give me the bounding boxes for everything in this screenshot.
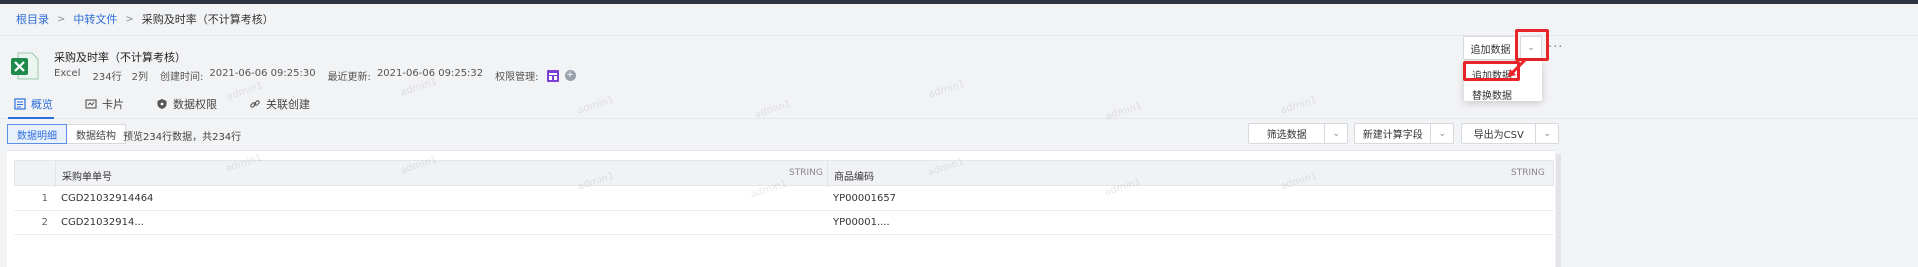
- table-cell: CGD21032914...: [61, 217, 144, 228]
- chevron-down-icon[interactable]: ⌄: [1431, 124, 1453, 143]
- tab-data-permission-label: 数据权限: [173, 98, 217, 111]
- tabs-divider: [0, 118, 1918, 119]
- more-options-icon[interactable]: ···: [1548, 40, 1563, 55]
- table-cell: CGD21032914464: [61, 193, 154, 204]
- updated-value: 2021-06-06 09:25:32: [376, 68, 484, 79]
- column-header[interactable]: 采购单单号: [62, 168, 112, 183]
- append-dropdown-menu: 追加数据 替换数据: [1464, 61, 1542, 102]
- vertical-scrollbar[interactable]: [1556, 154, 1561, 267]
- filter-data-main[interactable]: 筛选数据: [1249, 124, 1326, 143]
- header-divider: [0, 35, 1918, 36]
- table-row[interactable]: 2 CGD21032914... YP00001....: [14, 211, 1554, 235]
- export-csv-button: 导出为CSV ⌄: [1461, 123, 1559, 144]
- menu-item-replace[interactable]: 替换数据: [1472, 87, 1512, 102]
- top-bar: [0, 0, 1918, 4]
- column-header[interactable]: 商品编码: [834, 168, 874, 183]
- file-type: Excel: [54, 68, 81, 79]
- filter-data-button: 筛选数据 ⌄: [1248, 123, 1348, 144]
- append-data-label: 追加数据: [1470, 44, 1511, 56]
- active-tab-indicator: [8, 117, 54, 119]
- row-number: 2: [41, 217, 48, 228]
- preview-count-text: 预览234行数据，共234行: [123, 132, 242, 143]
- breadcrumb: 根目录 > 中转文件 > 采购及时率（不计算考核）: [16, 12, 274, 26]
- view-structure-button[interactable]: 数据结构: [67, 124, 126, 144]
- tab-card[interactable]: 卡片: [85, 96, 124, 112]
- file-rows: 234行: [92, 72, 122, 83]
- file-meta: Excel 234行 2列 创建时间: 2021-06-06 09:25:30 …: [54, 68, 576, 83]
- permission-label: 权限管理:: [495, 72, 539, 83]
- shield-icon: [156, 98, 168, 110]
- watermark: admin1: [576, 94, 616, 117]
- tab-card-label: 卡片: [102, 98, 124, 111]
- tab-overview-label: 概览: [31, 98, 53, 111]
- breadcrumb-folder[interactable]: 中转文件: [73, 11, 117, 27]
- column-type: STRING: [789, 168, 823, 178]
- breadcrumb-root[interactable]: 根目录: [16, 11, 49, 27]
- watermark: admin1: [1279, 94, 1319, 117]
- tab-bar: 概览 卡片 数据权限 关联创建: [14, 96, 342, 112]
- link-icon: [249, 98, 261, 110]
- breadcrumb-separator: >: [57, 13, 66, 25]
- table-row[interactable]: 1 CGD21032914464 YP00001657: [14, 187, 1554, 211]
- file-cols: 2列: [131, 72, 148, 83]
- export-csv-main[interactable]: 导出为CSV: [1462, 124, 1537, 143]
- table-cell: YP00001657: [833, 193, 897, 204]
- chevron-down-icon: ⌄: [1527, 43, 1535, 53]
- updated-label: 最近更新:: [327, 72, 371, 83]
- tab-link-create-label: 关联创建: [266, 98, 310, 111]
- chevron-down-icon[interactable]: ⌄: [1325, 124, 1347, 143]
- excel-file-icon: [10, 51, 40, 81]
- watermark: admin1: [927, 78, 967, 101]
- column-divider: [55, 161, 56, 187]
- append-data-button[interactable]: 追加数据: [1463, 36, 1518, 60]
- table-cell: YP00001....: [833, 217, 890, 228]
- tab-data-permission[interactable]: 数据权限: [156, 96, 217, 112]
- overview-icon: [14, 98, 26, 110]
- view-detail-button[interactable]: 数据明细: [7, 124, 67, 144]
- calc-field-main[interactable]: 新建计算字段: [1355, 124, 1432, 143]
- card-icon: [85, 98, 97, 110]
- view-toggle: 数据明细 数据结构: [7, 124, 126, 144]
- column-divider: [827, 161, 828, 187]
- tab-link-create[interactable]: 关联创建: [249, 96, 310, 112]
- breadcrumb-current: 采购及时率（不计算考核）: [141, 13, 274, 26]
- file-title: 采购及时率（不计算考核）: [54, 51, 186, 64]
- created-label: 创建时间:: [159, 72, 204, 83]
- chevron-down-icon[interactable]: ⌄: [1536, 124, 1558, 143]
- append-dropdown-toggle[interactable]: ⌄: [1520, 36, 1542, 60]
- menu-item-append[interactable]: 追加数据: [1472, 67, 1512, 82]
- row-number: 1: [41, 193, 48, 204]
- created-value: 2021-06-06 09:25:30: [209, 68, 316, 79]
- data-table: 采购单单号 STRING 商品编码 STRING 1 CGD2103291446…: [7, 150, 1555, 267]
- table-header: 采购单单号 STRING 商品编码 STRING: [14, 160, 1554, 187]
- breadcrumb-separator: >: [125, 13, 134, 25]
- add-permission-icon[interactable]: +: [564, 70, 576, 81]
- calc-field-button: 新建计算字段 ⌄: [1354, 123, 1454, 144]
- watermark: admin1: [1104, 100, 1144, 123]
- tab-overview[interactable]: 概览: [14, 96, 53, 112]
- column-type: STRING: [1511, 168, 1545, 178]
- permission-icon[interactable]: [546, 69, 559, 82]
